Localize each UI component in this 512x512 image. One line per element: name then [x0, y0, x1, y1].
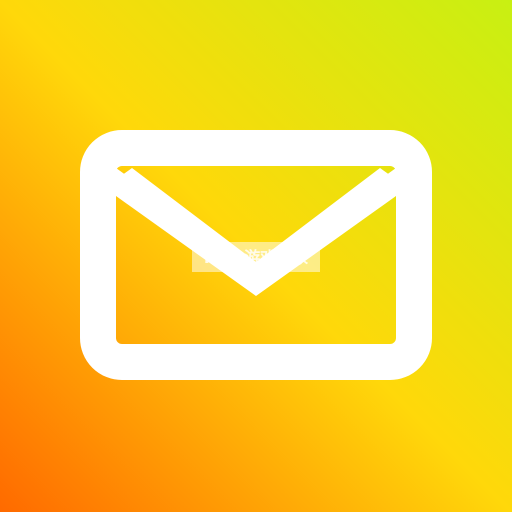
app-icon-svg: K73 游戏之家: [0, 0, 512, 512]
watermark-text: K73 游戏之家: [204, 248, 309, 267]
app-icon: K73 游戏之家: [0, 0, 512, 512]
watermark: K73 游戏之家: [192, 242, 320, 272]
